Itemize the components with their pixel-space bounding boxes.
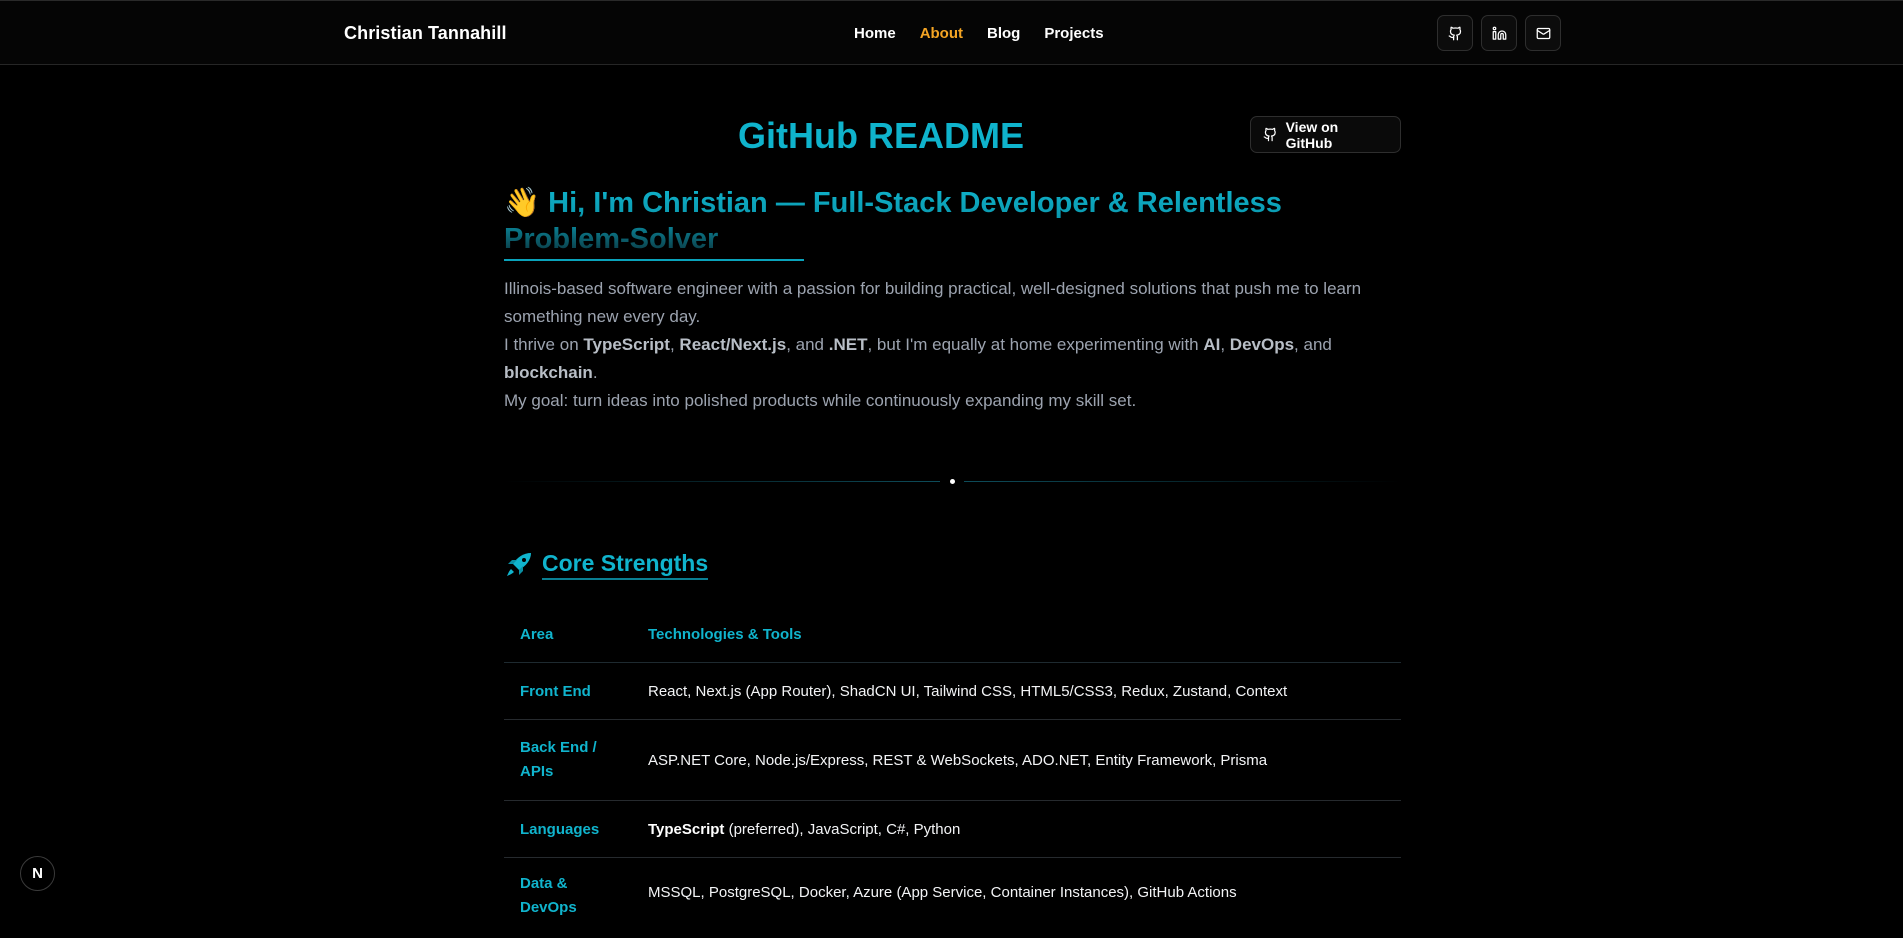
row-tools: React, Next.js (App Router), ShadCN UI, …: [648, 682, 1288, 700]
nextjs-dev-indicator[interactable]: N: [20, 856, 55, 891]
column-header-area: Area: [520, 625, 554, 643]
nav-home[interactable]: Home: [854, 25, 896, 42]
site-brand[interactable]: Christian Tannahill: [344, 23, 507, 44]
hero-text: Hi, I'm Christian — Full-Stack Developer…: [504, 187, 1282, 255]
core-strengths-table: Area Technologies & Tools Front End Reac…: [504, 606, 1401, 938]
core-strengths-heading: Core Strengths: [504, 550, 709, 580]
intro-line-2: I thrive on TypeScript, React/Next.js, a…: [504, 331, 1401, 387]
intro-line-3: My goal: turn ideas into polished produc…: [504, 391, 1137, 410]
row-tools-text: (preferred), JavaScript, C#, Python: [724, 820, 961, 838]
row-tools: MSSQL, PostgreSQL, Docker, Azure (App Se…: [648, 884, 1237, 901]
row-tools: TypeScript (preferred), JavaScript, C#, …: [648, 821, 1401, 838]
intro-text: I thrive on: [504, 335, 584, 354]
row-tools: ASP.NET Core, Node.js/Express, REST & We…: [648, 751, 1268, 769]
mail-icon: [1536, 27, 1550, 39]
rocket-icon: [507, 553, 531, 576]
intro-strong: blockchain: [504, 363, 593, 382]
intro-paragraph: Illinois-based software engineer with a …: [504, 275, 1401, 415]
table-row: Languages TypeScript (preferred), JavaSc…: [504, 801, 1401, 858]
nav-about[interactable]: About: [920, 25, 963, 42]
section-divider: [504, 479, 1401, 484]
email-button[interactable]: [1525, 15, 1561, 51]
github-icon: [1448, 26, 1461, 40]
nav-projects[interactable]: Projects: [1044, 25, 1103, 42]
intro-strong: DevOps: [1229, 335, 1295, 354]
column-header-tools: Technologies & Tools: [648, 625, 802, 643]
intro-text: .: [592, 363, 598, 382]
linkedin-button[interactable]: [1481, 15, 1517, 51]
intro-strong: TypeScript: [583, 335, 670, 354]
row-area: Data & DevOps: [520, 875, 577, 916]
hero-heading: 👋 Hi, I'm Christian — Full-Stack Develop…: [504, 185, 1324, 257]
intro-strong: AI: [1203, 335, 1221, 354]
intro-text: ,: [1220, 335, 1230, 354]
page-title: GitHub README: [738, 115, 1024, 156]
row-area: Languages: [520, 820, 600, 838]
intro-text: , but I'm equally at home experimenting …: [867, 335, 1204, 354]
nav-blog[interactable]: Blog: [987, 25, 1020, 42]
intro-strong: .NET: [828, 335, 868, 354]
view-on-github-button[interactable]: View on GitHub: [1250, 116, 1401, 153]
view-on-github-label: View on GitHub: [1285, 118, 1339, 151]
table-header-row: Area Technologies & Tools: [504, 606, 1401, 663]
row-area: Back End / APIs: [520, 739, 597, 780]
intro-text: , and: [1294, 335, 1332, 354]
core-strengths-title[interactable]: Core Strengths: [542, 550, 709, 580]
row-tools-strong: TypeScript: [648, 820, 725, 838]
intro-line-1: Illinois-based software engineer with a …: [504, 279, 1362, 326]
divider-dot: [950, 479, 955, 484]
table-row: Back End / APIs ASP.NET Core, Node.js/Ex…: [504, 720, 1401, 801]
main-nav: Home About Blog Projects: [854, 25, 1104, 42]
github-icon: [1263, 127, 1276, 142]
wave-emoji: 👋: [504, 187, 541, 219]
linkedin-icon: [1492, 26, 1506, 40]
intro-strong: React/Next.js: [679, 335, 787, 354]
social-links: [1437, 15, 1561, 51]
row-area: Front End: [520, 682, 591, 700]
top-navbar: Christian Tannahill Home About Blog Proj…: [0, 0, 1903, 65]
table-row: Data & DevOps MSSQL, PostgreSQL, Docker,…: [504, 858, 1401, 938]
hero-underline: [504, 259, 804, 261]
intro-text: , and: [786, 335, 829, 354]
intro-text: ,: [669, 335, 680, 354]
divider-line: [504, 481, 940, 482]
table-row: Front End React, Next.js (App Router), S…: [504, 663, 1401, 720]
divider-line: [964, 481, 1401, 482]
github-button[interactable]: [1437, 15, 1473, 51]
